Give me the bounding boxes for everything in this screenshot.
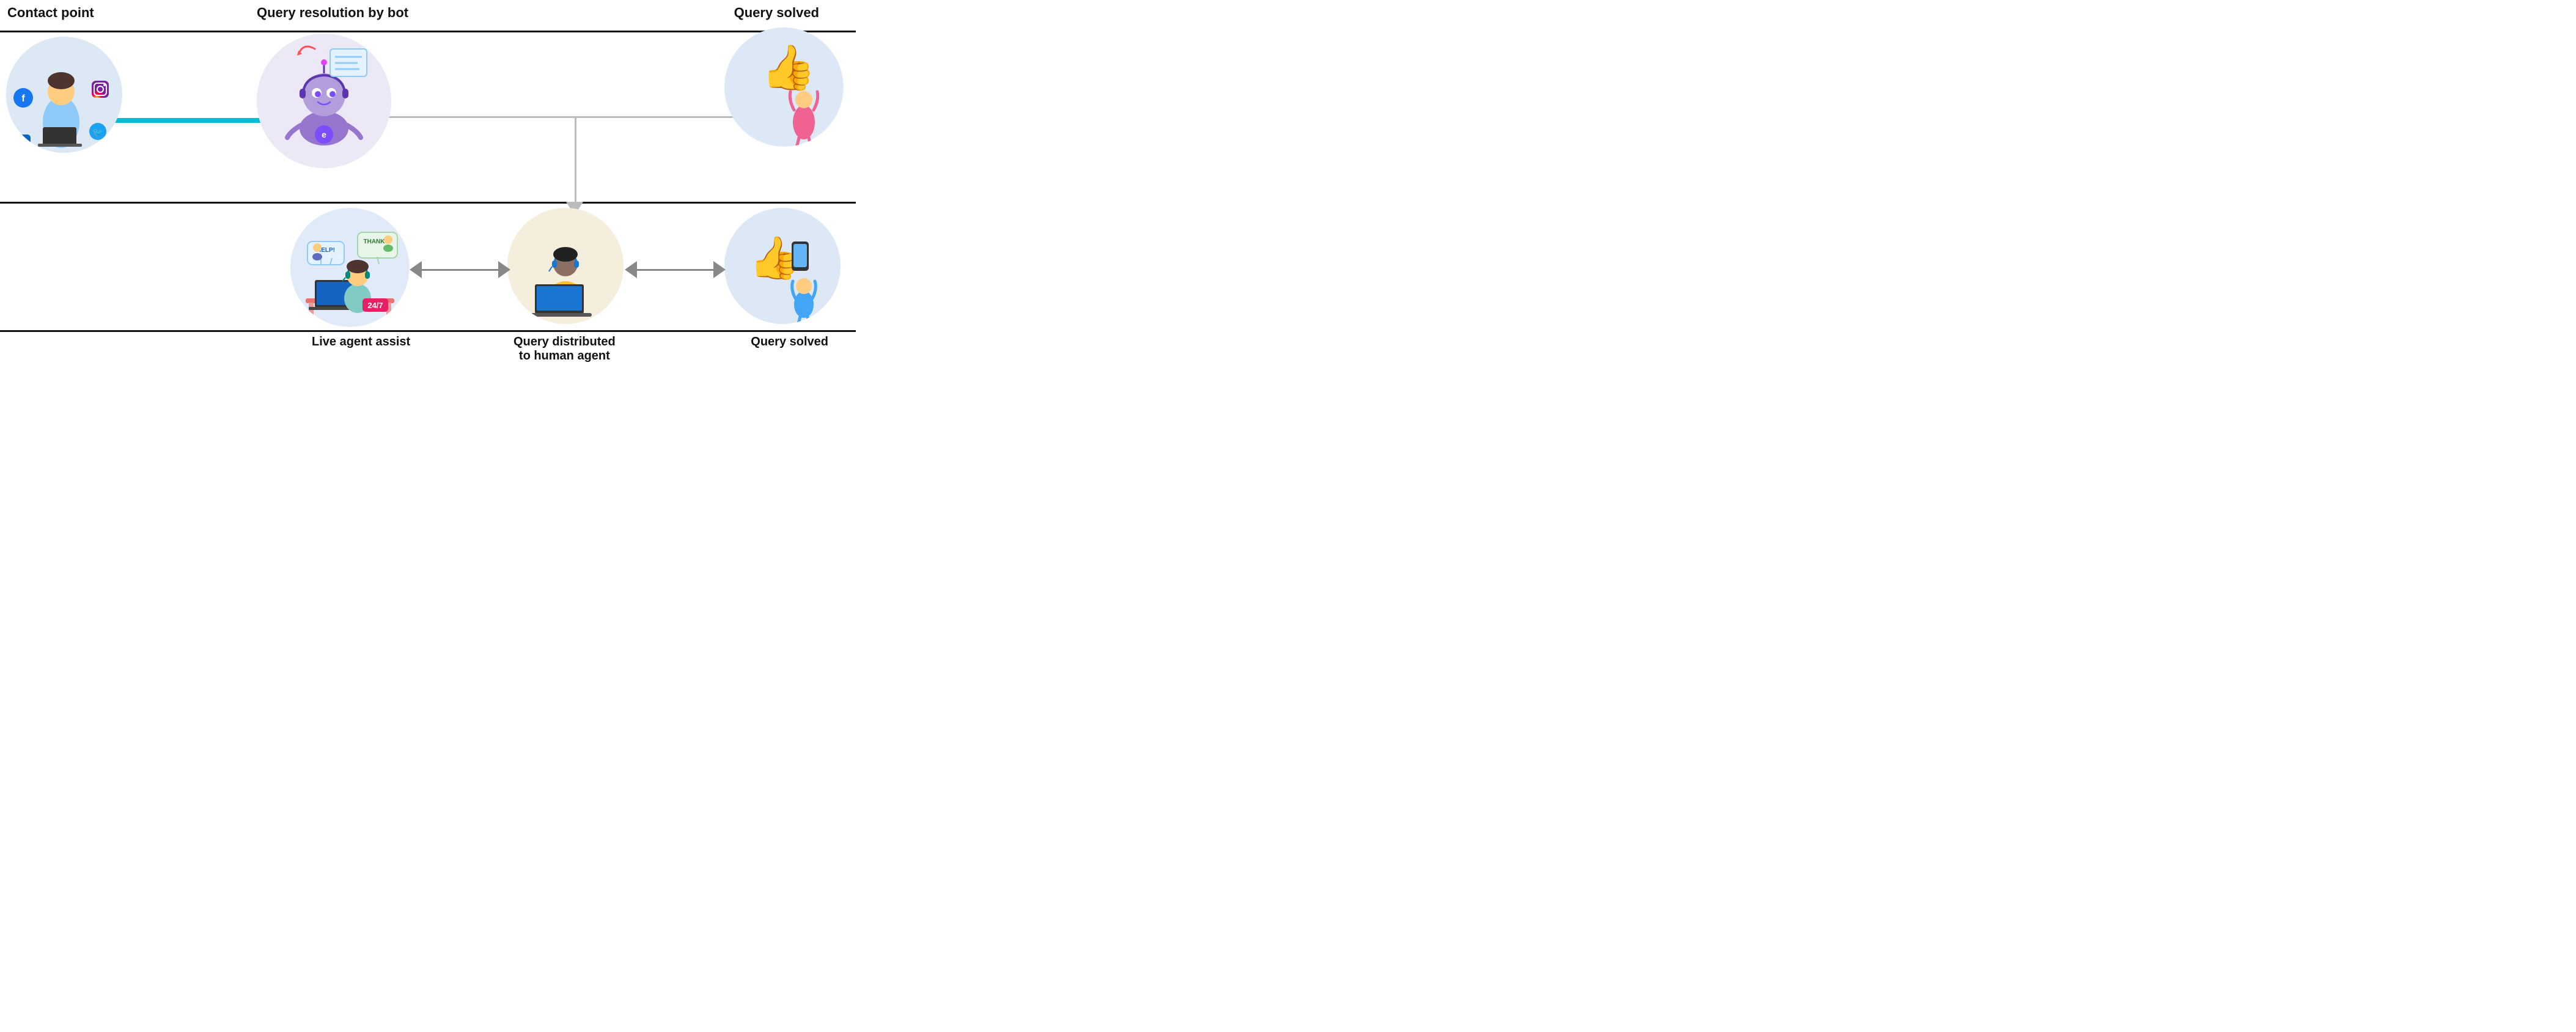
svg-text:🐦: 🐦: [92, 127, 103, 137]
top-line: [0, 31, 856, 32]
contact-illustration: f in 🐦: [6, 37, 122, 153]
main-arrow-line: [379, 116, 782, 118]
query-solved-top-label: Query solved: [734, 5, 819, 21]
query-solved-top-circle: 👍: [724, 28, 844, 147]
double-arrow-solved: [625, 261, 726, 278]
svg-text:👍: 👍: [761, 42, 816, 92]
solved-top-illustration: 👍: [724, 28, 844, 147]
bot-illustration: e: [257, 34, 391, 168]
svg-text:f: f: [21, 94, 25, 104]
human-agent-circle: [507, 208, 624, 324]
agent-illustration: HELP! THANKS! 24/7: [290, 208, 410, 327]
diagram-container: Contact point Query resolution by bot Qu…: [0, 0, 856, 342]
human-agent-illustration: [507, 208, 624, 324]
live-agent-label: Live agent assist: [312, 335, 410, 349]
live-agent-circle: HELP! THANKS! 24/7: [290, 208, 410, 327]
contact-point-circle: f in 🐦: [6, 37, 122, 153]
solved-bottom-illustration: 👍: [724, 208, 841, 324]
svg-text:in: in: [19, 138, 26, 147]
query-resolution-label: Query resolution by bot: [257, 5, 408, 21]
contact-point-label: Contact point: [7, 5, 94, 21]
query-distributed-label: Query distributedto human agent: [513, 335, 616, 363]
svg-text:24/7: 24/7: [367, 301, 383, 310]
bottom-line: [0, 330, 856, 332]
mid-line: [0, 202, 856, 204]
svg-text:e: e: [322, 130, 326, 139]
query-solved-bottom-label: Query solved: [751, 335, 828, 349]
cyan-line: [95, 118, 272, 123]
vertical-line: [575, 118, 576, 207]
query-solved-bottom-circle: 👍: [724, 208, 841, 324]
double-arrow-agent: [410, 261, 510, 278]
bot-circle: e: [257, 34, 391, 168]
